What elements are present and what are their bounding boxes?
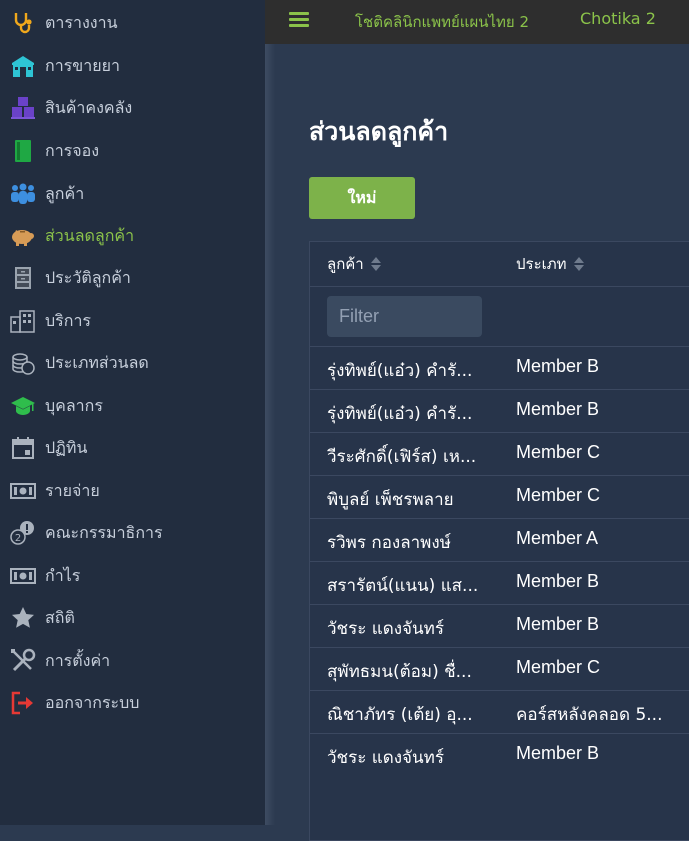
piggy-bank-icon [10, 223, 36, 249]
commission-coins-icon: 2 [10, 520, 36, 546]
type-cell: Member B [516, 614, 600, 634]
sidebar-item-label: ลูกค้า [45, 183, 85, 203]
sidebar-item-logout[interactable]: ออกจากระบบ [0, 683, 265, 723]
sort-icon [370, 257, 381, 271]
type-cell: Member C [516, 442, 601, 462]
table-row[interactable]: ณิชาภัทร (เต้ย) อุ... คอร์สหลังคลอด 5... [310, 690, 689, 733]
column-header-label: ประเภท [516, 255, 567, 273]
table-row[interactable]: สรารัตน์(แนน) แส... Member B [310, 561, 689, 604]
hamburger-menu-icon[interactable] [289, 10, 311, 30]
pharmacy-store-icon [10, 53, 36, 79]
sidebar-item-services[interactable]: บริการ [0, 301, 265, 341]
customer-cell: ณิชาภัทร (เต้ย) อุ... [327, 705, 473, 725]
sidebar-item-label: คณะกรรมาธิการ [45, 522, 163, 542]
sidebar-item-label: การตั้งค่า [45, 650, 111, 670]
sidebar-item-label: ตารางงาน [45, 12, 118, 32]
sidebar-item-label: ส่วนลดลูกค้า [45, 225, 135, 245]
customer-cell: วัชระ แดงจันทร์ [327, 619, 444, 639]
column-header-customer[interactable]: ลูกค้า [327, 242, 381, 286]
user-name[interactable]: Chotika 2 [580, 9, 656, 28]
svg-text:2: 2 [15, 533, 21, 544]
sidebar-item-label: การจอง [45, 140, 100, 160]
customer-filter-input[interactable] [327, 296, 482, 337]
customer-cell: วีระศักดิ์(เฟิร์ส) เห... [327, 447, 477, 467]
table-row[interactable]: รุ่งทิพย์(แอ๋ว) คำรั... Member B [310, 346, 689, 389]
content-shadow [265, 44, 275, 825]
type-cell: Member B [516, 743, 600, 763]
sidebar-item-statistics[interactable]: สถิติ [0, 598, 265, 638]
type-cell: Member B [516, 571, 600, 591]
sidebar-item-customer-history[interactable]: ประวัติลูกค้า [0, 258, 265, 298]
table-row[interactable]: พิบูลย์ เพ็ชรพลาย Member C [310, 475, 689, 518]
sidebar-item-label: กำไร [45, 565, 81, 585]
table-row[interactable]: รุ่งทิพย์(แอ๋ว) คำรั... Member B [310, 389, 689, 432]
logout-icon [10, 690, 36, 716]
calendar-icon [10, 435, 36, 461]
stethoscope-icon [10, 10, 36, 36]
sidebar-item-customers[interactable]: ลูกค้า [0, 174, 265, 214]
sidebar-item-label: ปฏิทิน [45, 437, 88, 457]
customer-cell: รุ่งทิพย์(แอ๋ว) คำรั... [327, 404, 473, 424]
graduation-cap-icon [10, 393, 36, 419]
sidebar-item-commission[interactable]: 2 คณะกรรมาธิการ [0, 513, 265, 553]
table-row[interactable]: วีระศักดิ์(เฟิร์ส) เห... Member C [310, 432, 689, 475]
sort-icon [573, 257, 584, 271]
sidebar-item-label: สถิติ [45, 607, 75, 627]
new-button[interactable]: ใหม่ [309, 177, 415, 219]
type-cell: Member B [516, 399, 600, 419]
sidebar-item-label: บริการ [45, 310, 92, 330]
sidebar-item-calendar[interactable]: ปฏิทิน [0, 428, 265, 468]
sidebar: ตารางงาน การขายยา สินค้าคงคลัง การจอง ลู… [0, 0, 265, 825]
sidebar-item-label: การขายยา [45, 55, 120, 75]
money-bill-icon [10, 478, 36, 504]
clinic-name[interactable]: โชติคลินิกแพทย์แผนไทย 2 [355, 10, 529, 34]
sidebar-item-drug-sales[interactable]: การขายยา [0, 46, 265, 86]
sidebar-item-discount-types[interactable]: ประเภทส่วนลด [0, 343, 265, 383]
sidebar-item-booking[interactable]: การจอง [0, 131, 265, 171]
filter-row [310, 286, 689, 347]
sidebar-item-profit[interactable]: กำไร [0, 556, 265, 596]
sidebar-item-staff[interactable]: บุคลากร [0, 386, 265, 426]
customer-cell: รวิพร กองลาพงษ์ [327, 533, 451, 553]
booking-book-icon [10, 138, 36, 164]
customer-cell: สรารัตน์(แนน) แส... [327, 576, 479, 596]
type-cell: คอร์สหลังคลอด 5... [516, 705, 663, 725]
page-title: ส่วนลดลูกค้า [309, 117, 449, 146]
type-cell: Member C [516, 657, 601, 677]
sidebar-item-inventory[interactable]: สินค้าคงคลัง [0, 88, 265, 128]
tools-icon [10, 648, 36, 674]
star-icon [10, 605, 36, 631]
table-row[interactable]: รวิพร กองลาพงษ์ Member A [310, 518, 689, 561]
sidebar-item-expenses[interactable]: รายจ่าย [0, 471, 265, 511]
services-building-icon [10, 308, 36, 334]
filing-cabinet-icon [10, 265, 36, 291]
customer-cell: รุ่งทิพย์(แอ๋ว) คำรั... [327, 361, 473, 381]
top-bar: โชติคลินิกแพทย์แผนไทย 2 Chotika 2 [265, 0, 689, 44]
customers-group-icon [10, 181, 36, 207]
sidebar-item-label: ประเภทส่วนลด [45, 352, 149, 372]
column-header-type[interactable]: ประเภท [516, 242, 584, 286]
coins-stack-icon [10, 350, 36, 376]
table-row[interactable]: สุพัทธมน(ต้อม) ชื่... Member C [310, 647, 689, 690]
customer-cell: พิบูลย์ เพ็ชรพลาย [327, 490, 454, 510]
sidebar-item-label: บุคลากร [45, 395, 103, 415]
customer-cell: สุพัทธมน(ต้อม) ชื่... [327, 662, 472, 682]
money-bill-profit-icon [10, 563, 36, 589]
customer-cell: วัชระ แดงจันทร์ [327, 748, 444, 768]
table-row[interactable]: วัชระ แดงจันทร์ Member B [310, 604, 689, 647]
sidebar-item-label: ประวัติลูกค้า [45, 267, 131, 287]
sidebar-item-label: ออกจากระบบ [45, 692, 140, 712]
type-cell: Member C [516, 485, 601, 505]
column-header-label: ลูกค้า [327, 255, 364, 273]
sidebar-item-label: รายจ่าย [45, 480, 100, 500]
sidebar-item-label: สินค้าคงคลัง [45, 97, 133, 117]
table-row[interactable]: วัชระ แดงจันทร์ Member B [310, 733, 689, 776]
sidebar-item-schedule[interactable]: ตารางงาน [0, 3, 265, 43]
type-cell: Member A [516, 528, 599, 548]
sidebar-item-customer-discount[interactable]: ส่วนลดลูกค้า [0, 216, 265, 256]
inventory-boxes-icon [10, 95, 36, 121]
sidebar-item-settings[interactable]: การตั้งค่า [0, 641, 265, 681]
discount-table: ลูกค้า ประเภท รุ่งทิพย์(แอ๋ว) คำรั... Me… [309, 241, 689, 841]
type-cell: Member B [516, 356, 600, 376]
